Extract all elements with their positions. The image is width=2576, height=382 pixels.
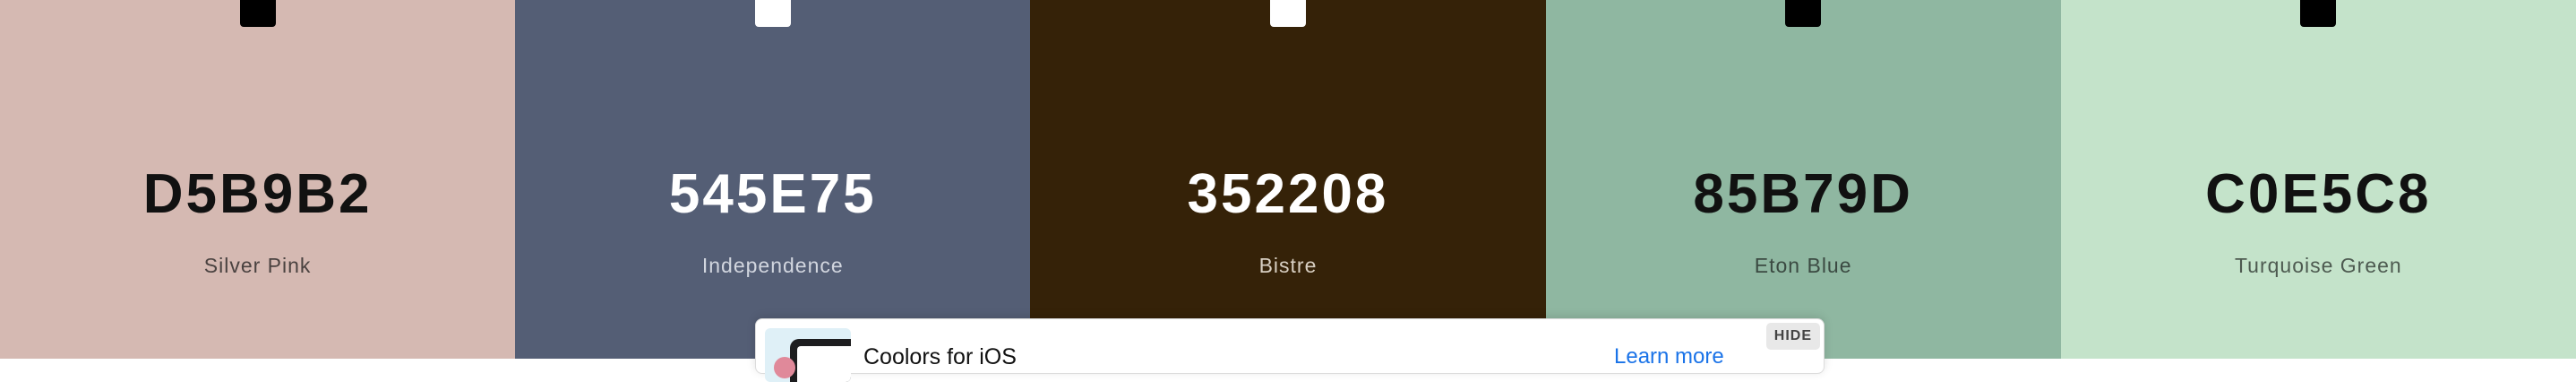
lock-toggle-icon[interactable] bbox=[754, 0, 791, 27]
app-thumbnail bbox=[765, 328, 851, 382]
color-name: Bistre bbox=[1258, 254, 1318, 277]
hide-ad-button[interactable]: HIDE bbox=[1765, 323, 1820, 350]
color-dot-icon bbox=[774, 357, 795, 378]
learn-more-link[interactable]: Learn more bbox=[1614, 344, 1724, 369]
hex-code[interactable]: D5B9B2 bbox=[0, 167, 515, 222]
color-name: Eton Blue bbox=[1754, 254, 1852, 277]
lock-toggle-icon[interactable] bbox=[239, 0, 276, 27]
hex-code[interactable]: 545E75 bbox=[515, 167, 1030, 222]
lock-toggle-icon[interactable] bbox=[1269, 0, 1306, 27]
lock-toggle-icon[interactable] bbox=[2300, 0, 2337, 27]
hex-code[interactable]: 352208 bbox=[1030, 167, 1545, 222]
phone-screen bbox=[797, 346, 851, 382]
color-swatch[interactable]: C0E5C8 Turquoise Green bbox=[2060, 0, 2576, 359]
ad-banner[interactable]: Coolors for iOS Learn more HIDE bbox=[755, 318, 1825, 382]
color-swatch[interactable]: 85B79D Eton Blue bbox=[1545, 0, 2061, 359]
color-swatch[interactable]: 545E75 Independence bbox=[515, 0, 1031, 359]
ad-title: Coolors for iOS bbox=[863, 344, 1017, 369]
color-name: Independence bbox=[701, 254, 844, 277]
hex-code[interactable]: 85B79D bbox=[1546, 167, 2061, 222]
color-palette: D5B9B2 Silver Pink 545E75 Independence 3… bbox=[0, 0, 2576, 359]
color-name: Turquoise Green bbox=[2234, 254, 2402, 277]
color-name: Silver Pink bbox=[203, 254, 312, 277]
color-swatch[interactable]: 352208 Bistre bbox=[1030, 0, 1546, 359]
color-swatch[interactable]: D5B9B2 Silver Pink bbox=[0, 0, 516, 359]
hex-code[interactable]: C0E5C8 bbox=[2061, 167, 2576, 222]
lock-toggle-icon[interactable] bbox=[1785, 0, 1822, 27]
